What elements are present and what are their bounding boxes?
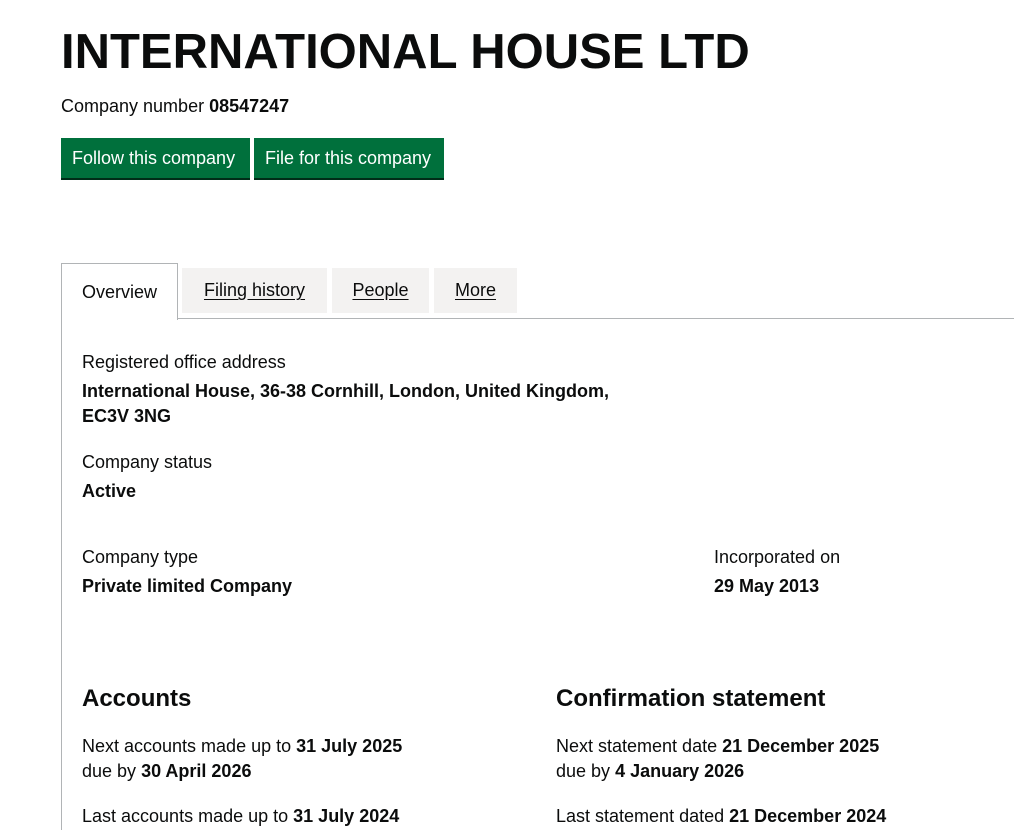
incorporated-label: Incorporated on [714,547,841,567]
registered-office-label: Registered office address [82,352,286,372]
company-status-value: Active [82,481,137,501]
tabs-divider [177,318,1014,319]
confirmation-next-statement-prefix: Next statement date [556,736,718,756]
company-name-heading: INTERNATIONAL HOUSE LTD [61,25,750,79]
accounts-last-made-up-date: 31 July 2024 [293,806,400,826]
tab-filing-history[interactable]: Filing history [182,268,327,313]
tab-overview[interactable]: Overview [61,263,178,320]
accounts-last-made-up-prefix: Last accounts made up to [82,806,289,826]
company-overview-page: INTERNATIONAL HOUSE LTD Company number 0… [0,0,1014,830]
company-type-label: Company type [82,547,199,567]
follow-company-button[interactable]: Follow this company [61,138,250,178]
accounts-next-made-up-date: 31 July 2025 [296,736,403,756]
company-number-value: 08547247 [209,96,290,116]
accounts-last-made-up: Last accounts made up to 31 July 2024 [82,804,399,829]
company-status-label: Company status [82,452,213,472]
registered-office-line2: EC3V 3NG [82,406,172,426]
confirmation-last-statement: Last statement dated 21 December 2024 [556,804,886,829]
company-number-label: Company number [61,96,205,116]
confirmation-due-by-prefix: due by [556,761,611,781]
confirmation-last-statement-prefix: Last statement dated [556,806,725,826]
tab-people[interactable]: People [332,268,429,313]
confirmation-next-statement-date: 21 December 2025 [722,736,880,756]
confirmation-due-by: due by 4 January 2026 [556,759,744,784]
accounts-next-made-up: Next accounts made up to 31 July 2025 [82,734,402,759]
accounts-due-by-date: 30 April 2026 [141,761,252,781]
company-number: Company number 08547247 [61,94,289,118]
confirmation-heading: Confirmation statement [556,685,826,712]
confirmation-last-statement-date: 21 December 2024 [729,806,887,826]
panel-border [61,318,62,830]
registered-office-line1: International House, 36-38 Cornhill, Lon… [82,381,610,401]
accounts-heading: Accounts [82,685,192,712]
confirmation-due-by-date: 4 January 2026 [615,761,745,781]
company-type-value: Private limited Company [82,576,293,596]
accounts-next-made-up-prefix: Next accounts made up to [82,736,292,756]
accounts-due-by: due by 30 April 2026 [82,759,251,784]
file-for-company-button[interactable]: File for this company [254,138,444,178]
incorporated-value: 29 May 2013 [714,576,820,596]
accounts-due-by-prefix: due by [82,761,137,781]
tab-more[interactable]: More [434,268,517,313]
confirmation-next-statement: Next statement date 21 December 2025 [556,734,879,759]
